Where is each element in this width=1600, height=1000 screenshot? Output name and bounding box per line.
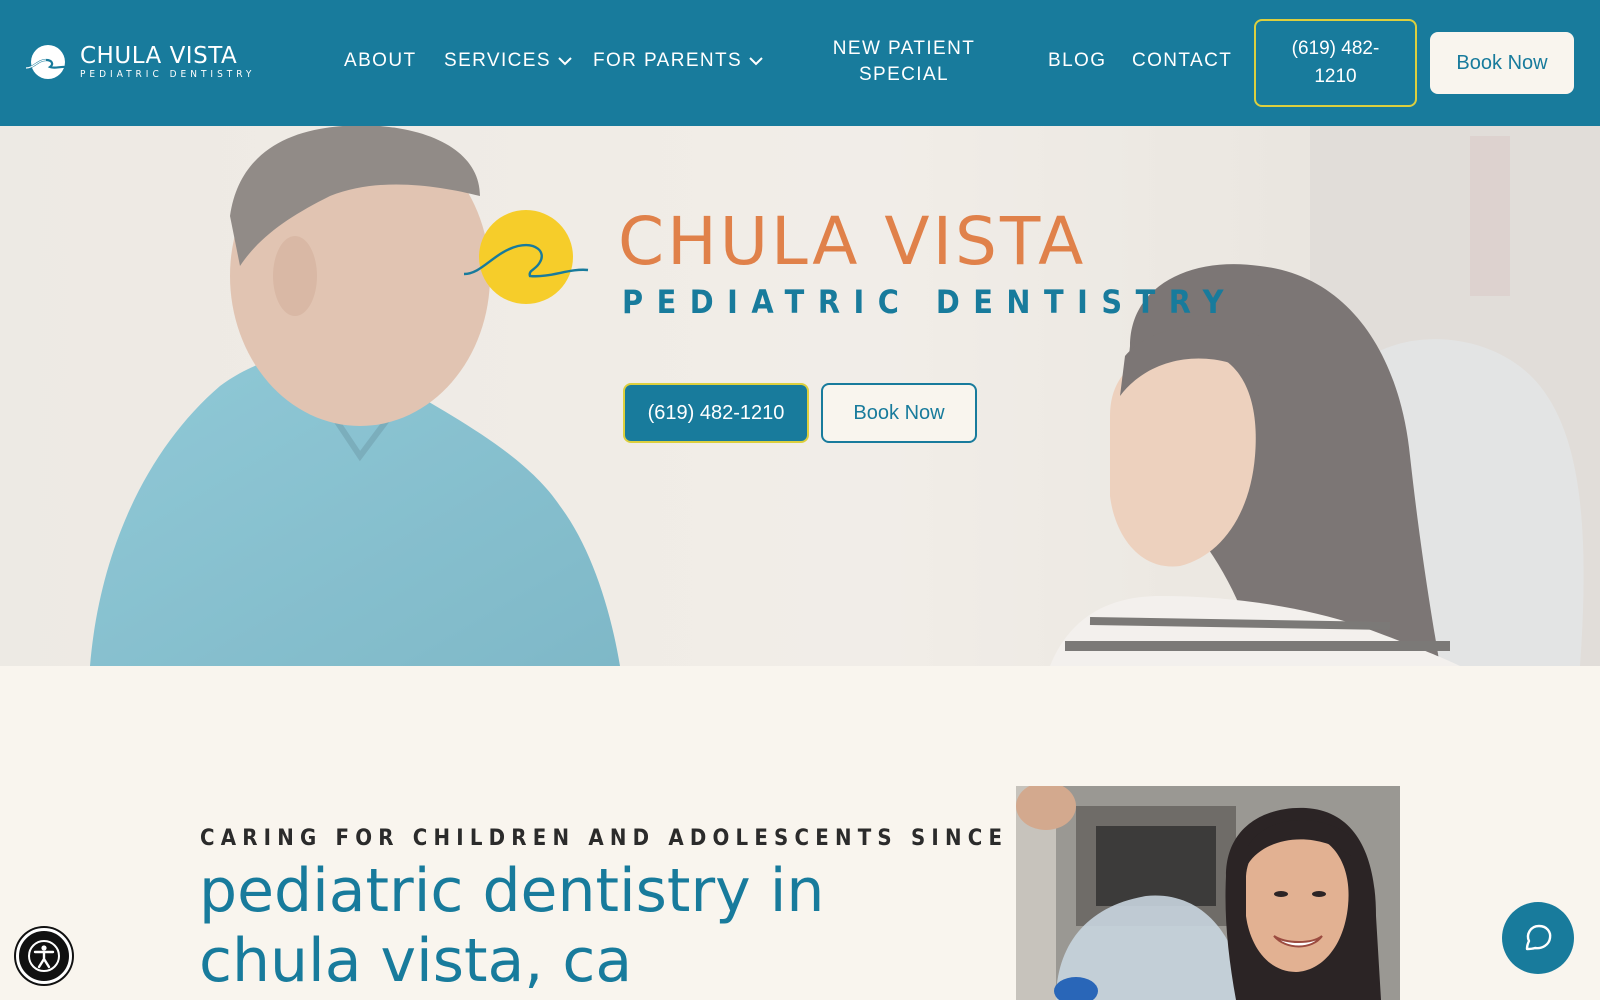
intro-heading: pediatric dentistry in chula vista, ca (199, 856, 959, 996)
header-logo[interactable]: CHULA VISTA PEDIATRIC DENTISTRY (24, 40, 255, 84)
nav-services[interactable]: SERVICES (444, 50, 572, 72)
nav-new-patient-special[interactable]: NEW PATIENT SPECIAL (826, 36, 982, 88)
nav-contact[interactable]: CONTACT (1132, 50, 1232, 72)
nav-new-patient-line1: NEW PATIENT (832, 38, 976, 59)
nav-blog[interactable]: BLOG (1048, 50, 1106, 72)
header-logo-subtitle: PEDIATRIC DENTISTRY (80, 69, 256, 80)
intro-eyebrow: CARING FOR CHILDREN AND ADOLESCENTS SINC… (200, 826, 1102, 851)
nav-for-parents-label: FOR PARENTS (593, 50, 743, 71)
chat-button[interactable] (1502, 902, 1574, 974)
nav-new-patient-line2: SPECIAL (858, 64, 950, 85)
header-book-now-button[interactable]: Book Now (1430, 32, 1574, 94)
header-phone-button[interactable]: (619) 482- 1210 (1254, 19, 1417, 107)
accessibility-icon (28, 940, 60, 972)
sun-wave-logo-icon (463, 210, 589, 304)
nav-services-label: SERVICES (444, 50, 551, 71)
hero-section: CHULA VISTA PEDIATRIC DENTISTRY (619) 48… (0, 126, 1600, 666)
header-logo-title: CHULA VISTA (80, 43, 238, 69)
intro-photo-smiling-girl (1016, 786, 1400, 1000)
hero-logo-subtitle: PEDIATRIC DENTISTRY (622, 283, 1237, 321)
hero-logo: CHULA VISTA PEDIATRIC DENTISTRY (460, 203, 1223, 320)
header-phone-line2: 1210 (1314, 66, 1357, 87)
chevron-down-icon (558, 57, 572, 66)
sun-wave-logo-icon (25, 45, 71, 79)
intro-heading-line2: chula vista, ca (199, 926, 633, 996)
intro-heading-line1: pediatric dentistry in (199, 856, 825, 926)
chat-icon (1525, 924, 1552, 951)
hero-logo-title: CHULA VISTA (618, 203, 1087, 280)
hero-phone-button[interactable]: (619) 482-1210 (623, 383, 809, 443)
photo-illustration (1016, 786, 1400, 1000)
nav-for-parents[interactable]: FOR PARENTS (593, 50, 763, 72)
hero-book-now-button[interactable]: Book Now (821, 383, 977, 443)
site-header: CHULA VISTA PEDIATRIC DENTISTRY ABOUT SE… (0, 0, 1600, 126)
header-phone-line1: (619) 482- (1291, 38, 1380, 59)
chevron-down-icon (749, 57, 763, 66)
accessibility-button[interactable] (16, 928, 72, 984)
nav-about[interactable]: ABOUT (344, 50, 416, 72)
